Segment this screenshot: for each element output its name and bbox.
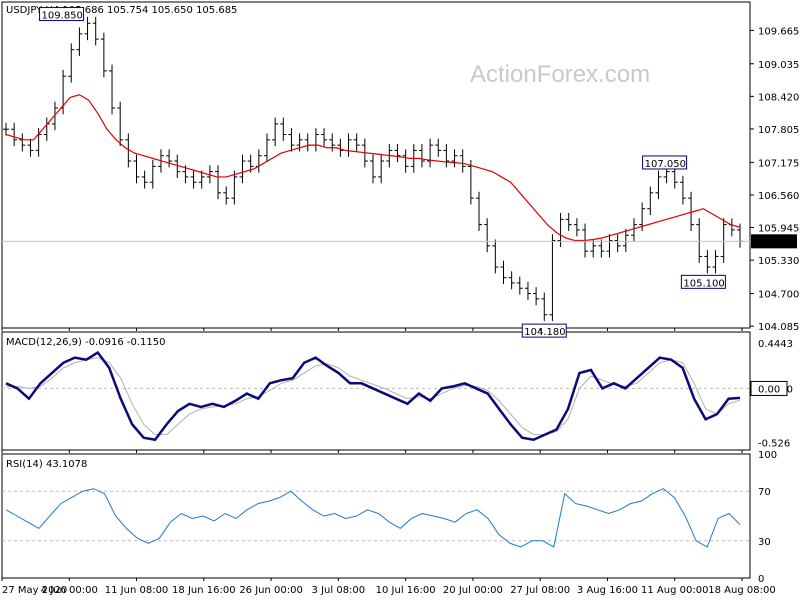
macd-signal-line xyxy=(6,357,741,436)
rsi-y-tick-label: 70 xyxy=(758,487,771,498)
price-y-tick-label: 105.945 xyxy=(758,224,799,235)
price-label: 109.850 xyxy=(42,11,83,22)
price-y-tick-label: 104.085 xyxy=(758,322,799,333)
macd-y-tick-label: 0.4443 xyxy=(758,339,793,350)
x-tick-label: 10 Jul 16:00 xyxy=(376,585,436,596)
price-label: 107.050 xyxy=(645,159,686,170)
x-tick-label: 11 Jun 08:00 xyxy=(105,585,169,596)
rsi-y-tick-label: 30 xyxy=(758,537,771,548)
x-tick-label: 4 Jun 00:00 xyxy=(41,585,98,596)
price-y-tick-label: 109.665 xyxy=(758,26,799,37)
chart-canvas: ActionForex.com USDJPY,H4 105.686 105.75… xyxy=(1,1,799,596)
price-y-tick-label: 107.175 xyxy=(758,158,799,169)
price-y-tick-label: 105.330 xyxy=(758,256,799,267)
rsi-y-tick-label: 100 xyxy=(758,450,777,461)
x-tick-label: 20 Jul 00:00 xyxy=(443,585,503,596)
panel-frame-2 xyxy=(1,453,751,579)
x-tick-label: 18 Aug 08:00 xyxy=(708,585,775,596)
price-label: 104.180 xyxy=(524,327,565,338)
macd-line xyxy=(5,350,741,442)
rsi-y-tick-label: 0 xyxy=(758,574,764,585)
price-label: 105.100 xyxy=(683,278,724,289)
price-y-tick-label: 106.560 xyxy=(758,191,799,202)
watermark: ActionForex.com xyxy=(470,61,650,88)
macd-y-tick-label: -0.526 xyxy=(758,438,790,449)
x-tick-label: 11 Aug 00:00 xyxy=(641,585,708,596)
x-tick-label: 26 Jun 00:00 xyxy=(239,585,303,596)
x-tick-label: 3 Aug 16:00 xyxy=(577,585,638,596)
price-y-tick-label: 104.700 xyxy=(758,290,799,301)
macd-current-marker: 0.00 xyxy=(758,384,780,395)
panel-frame-0 xyxy=(1,1,751,329)
x-tick-label: 3 Jul 08:00 xyxy=(312,585,366,596)
rsi-line xyxy=(5,488,741,548)
rsi-title: RSI(14) 43.1078 xyxy=(6,459,87,470)
x-tick-label: 18 Jun 16:00 xyxy=(172,585,236,596)
current-price-label: 105.685 xyxy=(755,237,796,248)
price-y-tick-label: 108.420 xyxy=(758,92,799,103)
plot-layer: 109.665 109.035 108.420 107.805 107.175 106.5… xyxy=(1,7,799,596)
price-y-tick-label: 109.035 xyxy=(758,60,799,71)
price-y-tick-label: 107.805 xyxy=(758,125,799,136)
macd-title: MACD(12,26,9) -0.0916 -0.1150 xyxy=(6,337,166,348)
x-tick-label: 27 Jul 08:00 xyxy=(510,585,570,596)
